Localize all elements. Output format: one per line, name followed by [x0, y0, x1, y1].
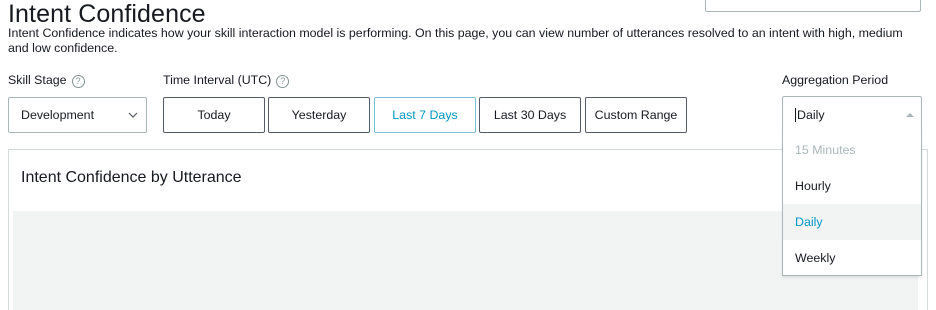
custom-range-button-label: Custom Range	[594, 108, 678, 122]
last-30-days-button[interactable]: Last 30 Days	[479, 97, 581, 133]
skill-stage-label: Skill Stage	[8, 73, 67, 87]
card-title: Intent Confidence by Utterance	[21, 169, 242, 186]
dropdown-option-hourly[interactable]: Hourly	[783, 168, 921, 204]
page-description: Intent Confidence indicates how your ski…	[8, 26, 903, 55]
skill-stage-select[interactable]: Development	[8, 97, 147, 133]
last-7-days-button-label: Last 7 Days	[392, 108, 458, 122]
time-interval-label-group: Time Interval (UTC) ?	[163, 73, 290, 88]
aggregation-period-dropdown: 15 Minutes Hourly Daily Weekly	[782, 132, 922, 276]
yesterday-button[interactable]: Yesterday	[268, 97, 370, 133]
aggregation-period-label-group: Aggregation Period	[782, 73, 888, 88]
time-interval-label: Time Interval (UTC)	[163, 73, 272, 87]
custom-range-button[interactable]: Custom Range	[585, 97, 687, 133]
today-button[interactable]: Today	[163, 97, 265, 133]
chevron-up-icon	[906, 113, 914, 117]
aggregation-period-value: Daily	[797, 107, 825, 122]
dropdown-option-daily[interactable]: Daily	[783, 204, 921, 240]
help-icon[interactable]: ?	[276, 75, 290, 88]
page-title: Intent Confidence	[8, 0, 206, 28]
dropdown-option-15-minutes: 15 Minutes	[795, 143, 856, 157]
top-partial-input[interactable]	[705, 0, 921, 12]
today-button-label: Today	[197, 108, 231, 122]
dropdown-option-weekly[interactable]: Weekly	[783, 240, 921, 276]
skill-stage-label-group: Skill Stage ?	[8, 73, 85, 88]
text-cursor	[795, 107, 796, 122]
help-icon[interactable]: ?	[71, 75, 85, 88]
last-7-days-button[interactable]: Last 7 Days	[374, 97, 476, 133]
chevron-down-icon	[128, 112, 138, 118]
yesterday-button-label: Yesterday	[291, 108, 347, 122]
aggregation-period-label: Aggregation Period	[782, 73, 889, 87]
last-30-days-button-label: Last 30 Days	[493, 108, 567, 122]
aggregation-period-select[interactable]: Daily	[782, 96, 922, 132]
skill-stage-value: Development	[21, 108, 95, 122]
